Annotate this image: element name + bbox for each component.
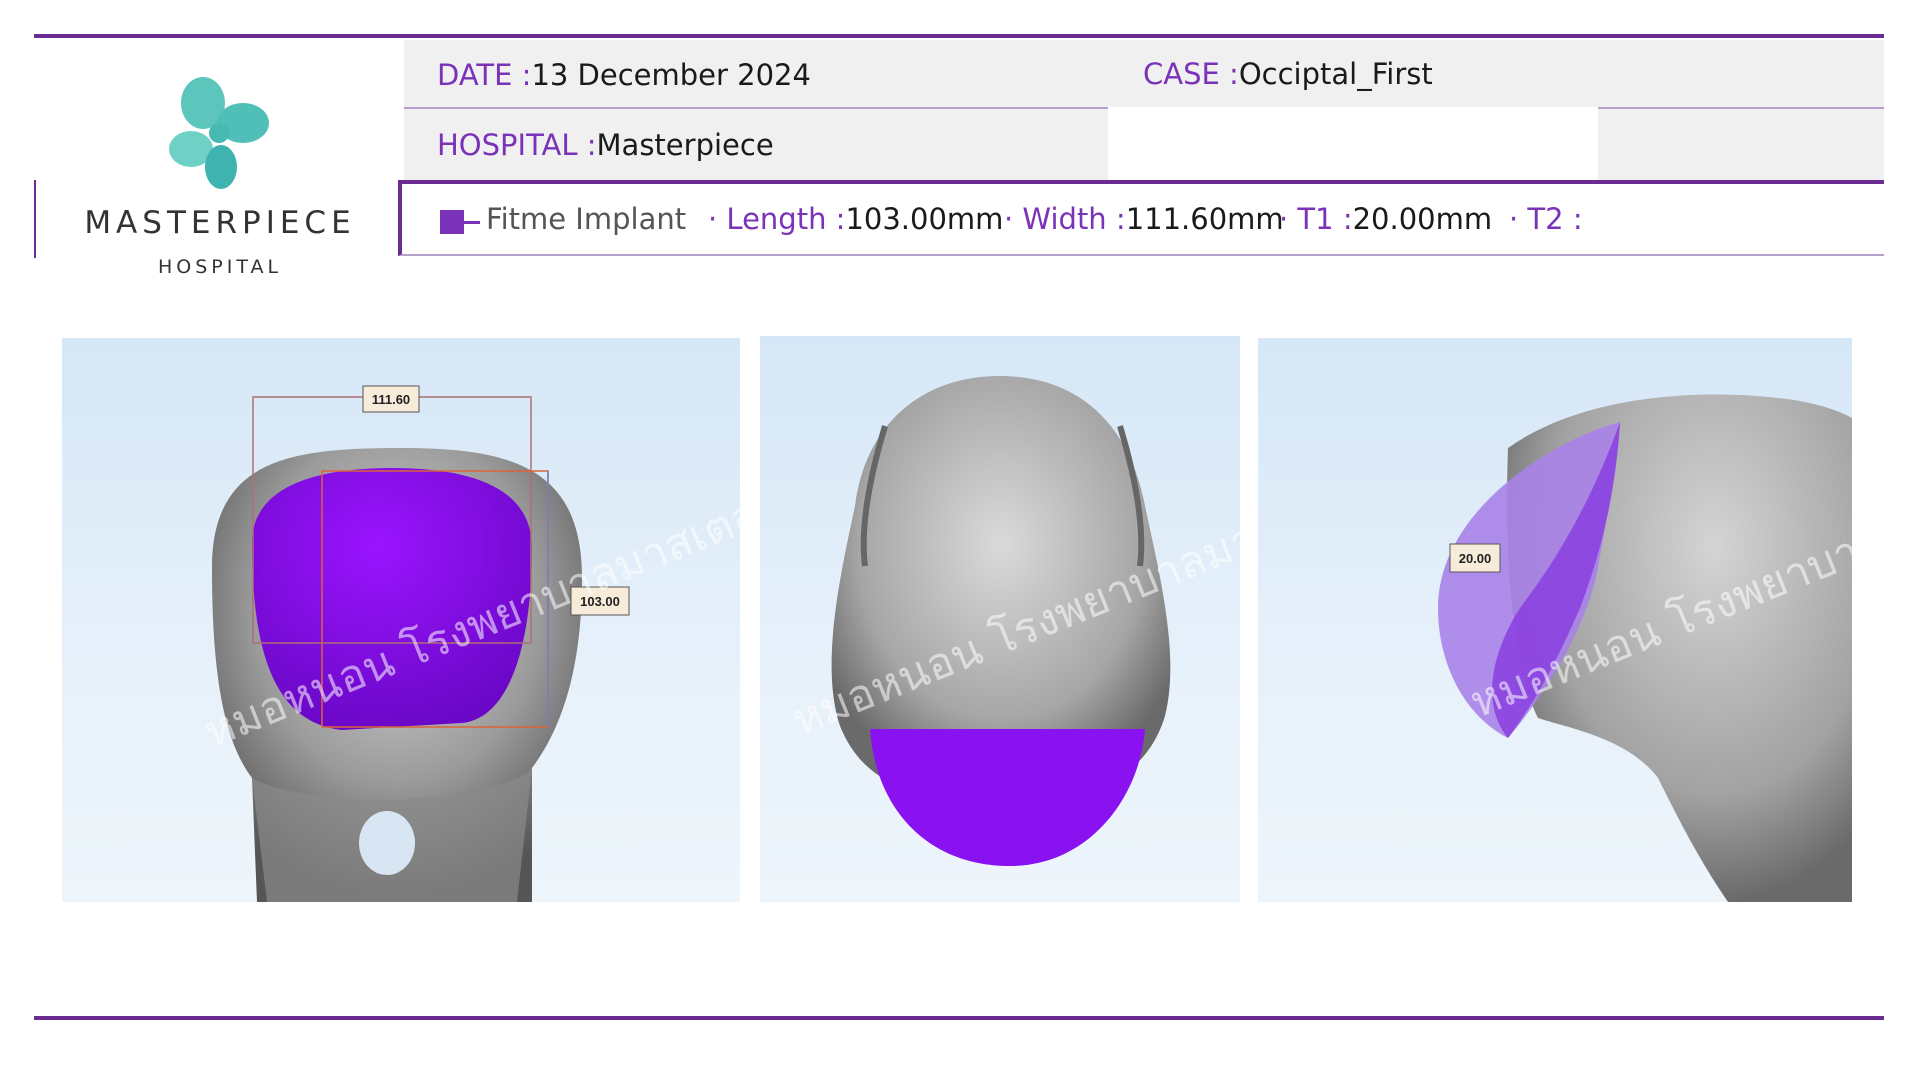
- hospital-field: HOSPITAL :Masterpiece: [437, 128, 774, 162]
- implant-spec-bar: Fitme Implant · Length :103.00mm · Width…: [398, 180, 1884, 256]
- implant-legend-line: [464, 221, 480, 224]
- logo-subtitle: HOSPITAL: [157, 256, 283, 278]
- superior-view-render: หมอหนอน โรงพยาบาลมาสเตอร์พีซ: [785, 376, 1240, 866]
- hospital-logo: MASTERPIECE HOSPITAL: [70, 75, 370, 285]
- info-divider: [1598, 107, 1884, 109]
- date-field: DATE :13 December 2024: [437, 58, 811, 92]
- hospital-label: HOSPITAL :: [437, 128, 597, 162]
- logo-side-rule: [34, 180, 36, 258]
- top-rule: [34, 34, 1884, 38]
- implant-name: Fitme Implant: [486, 202, 687, 236]
- superior-view-panel: หมอหนอน โรงพยาบาลมาสเตอร์พีซ: [760, 336, 1240, 902]
- butterfly-logo-icon: [169, 77, 269, 189]
- case-field: CASE :Occiptal_First: [1143, 57, 1433, 91]
- lateral-view-panel: 20.00 หมอหนอน โรงพยาบาลมาสเตอร์พีซ: [1258, 338, 1852, 902]
- posterior-view-panel: 111.60 103.00 หมอหนอน โรงพยาบาลมาสเตอร์พ…: [62, 338, 740, 902]
- t2-field: · T2 :: [1509, 202, 1583, 236]
- info-divider: [404, 107, 1108, 109]
- implant-shape: [870, 729, 1145, 866]
- case-value: Occiptal_First: [1238, 57, 1433, 91]
- date-value: 13 December 2024: [531, 58, 811, 92]
- thickness-dim-label: 20.00: [1459, 551, 1492, 566]
- info-blank-cell: [1108, 107, 1598, 180]
- t1-value: 20.00mm: [1352, 202, 1493, 236]
- t2-label: · T2 :: [1509, 202, 1583, 236]
- date-label: DATE :: [437, 58, 532, 92]
- width-label: · Width :: [1004, 202, 1126, 236]
- length-label: · Length :: [708, 202, 846, 236]
- hospital-value: Masterpiece: [596, 128, 774, 162]
- bottom-rule: [34, 1016, 1884, 1020]
- lateral-view-render: 20.00 หมอหนอน โรงพยาบาลมาสเตอร์พีซ: [1438, 394, 1852, 902]
- logo-name: MASTERPIECE: [84, 205, 356, 241]
- width-field: · Width :111.60mm: [1004, 202, 1284, 236]
- t1-field: · T1 :20.00mm: [1279, 202, 1492, 236]
- length-value: 103.00mm: [845, 202, 1004, 236]
- length-field: · Length :103.00mm: [708, 202, 1003, 236]
- implant-legend-swatch: [440, 210, 464, 234]
- posterior-view-render: 111.60 103.00 หมอหนอน โรงพยาบาลมาสเตอร์พ…: [197, 385, 740, 902]
- width-dim-label: 111.60: [372, 392, 410, 407]
- case-label: CASE :: [1143, 57, 1239, 91]
- t1-label: · T1 :: [1279, 202, 1353, 236]
- width-value: 111.60mm: [1125, 202, 1284, 236]
- foramen: [359, 811, 415, 875]
